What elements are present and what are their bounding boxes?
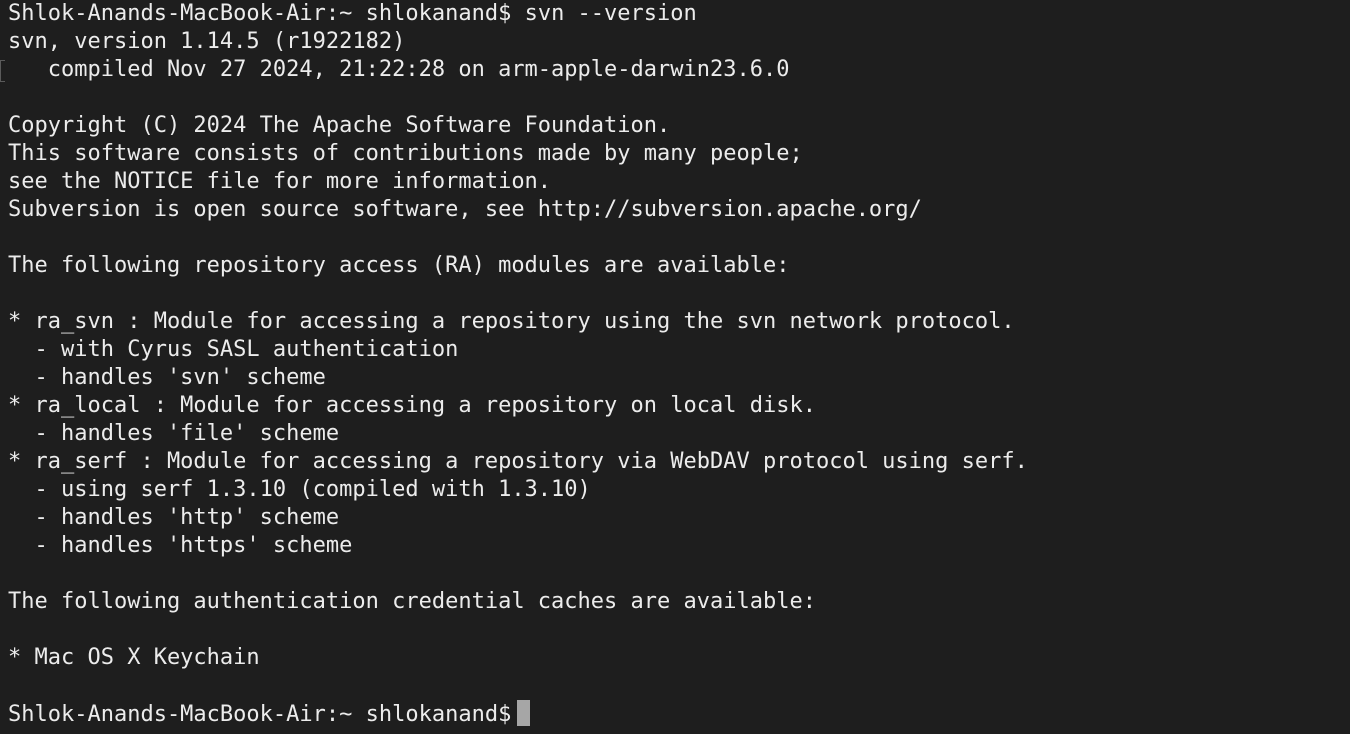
output-line: - using serf 1.3.10 (compiled with 1.3.1… — [8, 477, 591, 502]
output-line: - handles 'file' scheme — [8, 421, 340, 446]
input-line[interactable]: Shlok-Anands-MacBook-Air:~ shlokanand$ — [8, 700, 1350, 728]
output-line: svn, version 1.14.5 (r1922182) — [8, 29, 406, 54]
output-line: The following authentication credential … — [8, 589, 816, 614]
output-line: This software consists of contributions … — [8, 141, 803, 166]
command-line: Shlok-Anands-MacBook-Air:~ shlokanand$ s… — [8, 0, 1350, 28]
output-line: The following repository access (RA) mod… — [8, 253, 790, 278]
final-prompt-text: Shlok-Anands-MacBook-Air:~ shlokanand$ — [8, 702, 512, 727]
command-text: svn --version — [524, 1, 697, 26]
output-line: * ra_local : Module for accessing a repo… — [8, 393, 816, 418]
terminal-window[interactable]: Shlok-Anands-MacBook-Air:~ shlokanand$ s… — [0, 0, 1350, 734]
output-line: see the NOTICE file for more information… — [8, 169, 552, 194]
output-line: - handles 'svn' scheme — [8, 365, 326, 390]
output-line: Copyright (C) 2024 The Apache Software F… — [8, 113, 671, 138]
text-cursor[interactable] — [517, 700, 531, 726]
output-line: - handles 'https' scheme — [8, 533, 353, 558]
output-line: compiled Nov 27 2024, 21:22:28 on arm-ap… — [8, 57, 790, 82]
output-line: * Mac OS X Keychain — [8, 645, 260, 670]
output-line: - with Cyrus SASL authentication — [8, 337, 459, 362]
selection-bracket-marker — [0, 60, 5, 82]
output-line: * ra_svn : Module for accessing a reposi… — [8, 309, 1015, 334]
prompt-text: Shlok-Anands-MacBook-Air:~ shlokanand$ — [8, 1, 512, 26]
output-line: Subversion is open source software, see … — [8, 197, 922, 222]
output-line: * ra_serf : Module for accessing a repos… — [8, 449, 1028, 474]
output-line: - handles 'http' scheme — [8, 505, 340, 530]
